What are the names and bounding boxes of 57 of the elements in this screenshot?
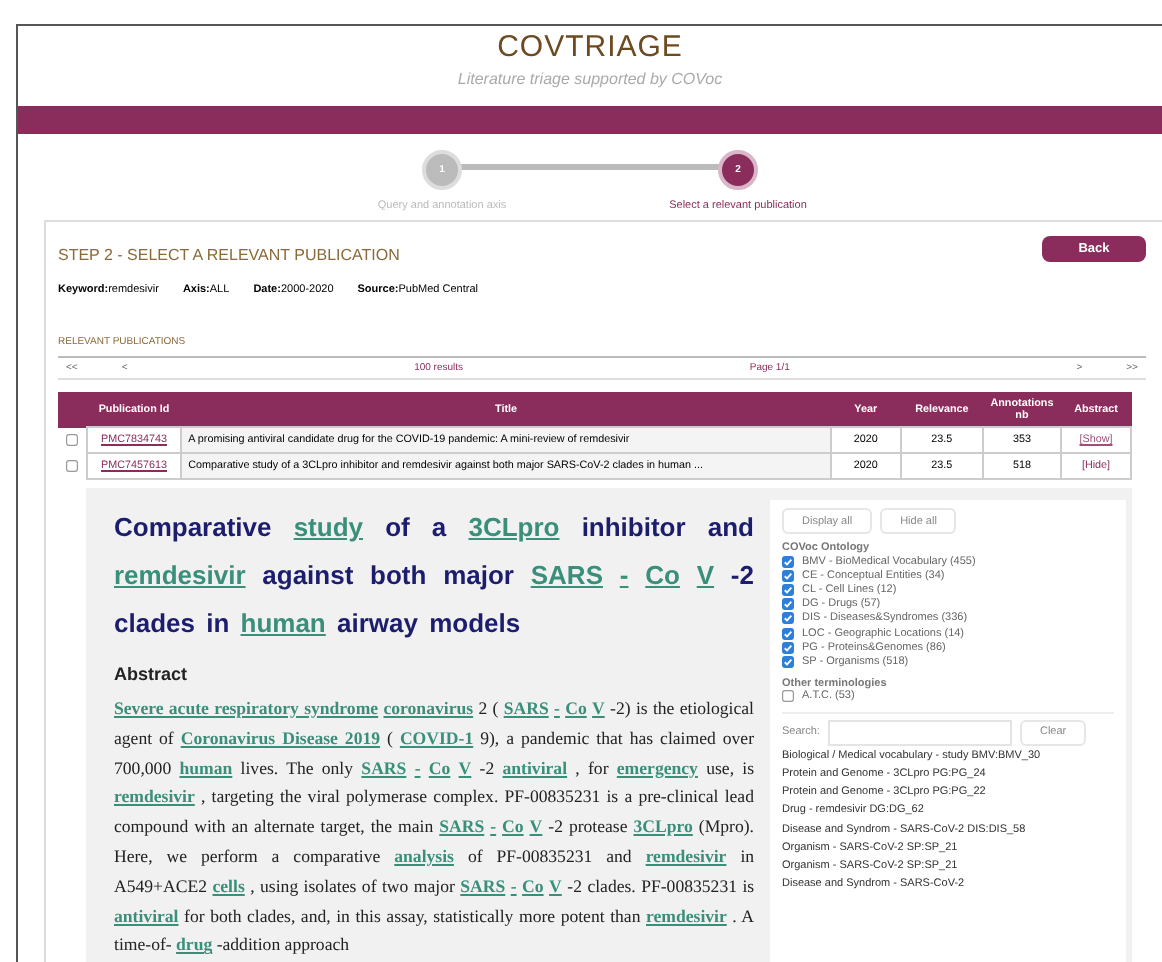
annotation-link[interactable]: - bbox=[619, 560, 629, 590]
annotation-link[interactable]: remdesivir bbox=[645, 845, 727, 866]
checkbox[interactable] bbox=[782, 690, 794, 703]
annotation-link[interactable]: Co bbox=[522, 875, 544, 896]
checkbox[interactable] bbox=[782, 598, 794, 611]
annotation-link[interactable]: Co bbox=[565, 698, 587, 718]
checkbox[interactable] bbox=[782, 583, 794, 596]
abstract-text: Severe acute respiratory syndrome coronavirus 2 ( SARS - Co V -2) is the etiological agent of Coronavirus Disease 2019 ( COVID-1 9), a pandemic that has claimed over 700,000 human lives. The only SARS - Co V -2 antiviral , for emergency use, is remdesivir , targeting the viral polymerase complex. PF-00835231 is a pre-clinical lead compound with an alternate target, the main SARS - Co V -2 protease 3CLpro (Mpro). Here, we perform a comparative analysis of PF-00835231 and remdesivir in A549+ACE2 cells , using isolates of two major SARS - Co V -2 clades. PF-00835231 is antiviral for both clades, and, in this assay, statistically more potent than remdesivir . A time-of- drug -addition approach bbox=[114, 696, 754, 959]
annotation-link[interactable]: - bbox=[510, 875, 517, 896]
annotation-link[interactable]: SARS bbox=[503, 698, 549, 718]
annotation-link[interactable]: SARS bbox=[361, 757, 407, 778]
annotation-link[interactable]: drug bbox=[176, 934, 213, 955]
annotation-link[interactable]: V bbox=[549, 875, 562, 896]
annotation-link[interactable]: remdesivir bbox=[646, 905, 727, 926]
annotation-link[interactable]: - bbox=[554, 698, 560, 718]
annotation-link[interactable]: 3CLpro bbox=[633, 816, 693, 837]
step-heading: STEP 2 - SELECT A RELEVANT PUBLICATION bbox=[58, 246, 400, 264]
annotation-link[interactable]: V bbox=[529, 816, 543, 837]
checkbox[interactable] bbox=[782, 555, 794, 568]
annotation-link[interactable]: antiviral bbox=[114, 905, 179, 926]
annotation-link[interactable]: human bbox=[179, 757, 233, 778]
annotation-link[interactable]: 3CLpro bbox=[468, 512, 560, 542]
checkbox[interactable] bbox=[782, 612, 794, 625]
annotation-link[interactable]: emergency bbox=[616, 757, 698, 778]
annotation-link[interactable]: coronavirus bbox=[383, 698, 474, 718]
annotation-link[interactable]: antiviral bbox=[502, 757, 568, 778]
annotation-link[interactable]: Co bbox=[428, 757, 451, 778]
checkbox[interactable] bbox=[782, 641, 794, 654]
checkbox[interactable] bbox=[65, 433, 78, 446]
checkbox[interactable] bbox=[782, 627, 794, 640]
annotation-link[interactable]: Co bbox=[645, 560, 680, 590]
checkbox[interactable] bbox=[782, 569, 794, 582]
annotation-link[interactable]: remdesivir bbox=[114, 786, 195, 807]
annotation-link[interactable]: Coronavirus Disease 2019 bbox=[180, 727, 381, 748]
annotation-link[interactable]: remdesivir bbox=[114, 560, 246, 590]
annotation-link[interactable]: human bbox=[240, 608, 326, 638]
annotation-link[interactable]: SARS bbox=[530, 560, 603, 590]
annotation-link[interactable]: V bbox=[458, 757, 472, 778]
annotation-link[interactable]: - bbox=[414, 757, 421, 778]
annotation-link[interactable]: cells bbox=[212, 875, 245, 896]
annotation-link[interactable]: Severe acute respiratory syndrome bbox=[114, 698, 379, 718]
app-subtitle: Literature triage supported by COVoc bbox=[455, 70, 725, 88]
article-title: Comparative study of a 3CLpro inhibitor and remdesivir against both major SARS - Co V -2 clades in human airway models bbox=[114, 510, 754, 642]
checkbox[interactable] bbox=[782, 655, 794, 668]
checkbox[interactable] bbox=[65, 459, 78, 472]
annotation-link[interactable]: SARS bbox=[439, 816, 485, 837]
annotation-link[interactable]: SARS bbox=[460, 875, 506, 896]
annotation-link[interactable]: COVID-1 bbox=[399, 727, 474, 748]
annotation-link[interactable]: study bbox=[293, 512, 363, 542]
annotation-link[interactable]: analysis bbox=[394, 845, 454, 866]
annotation-link[interactable]: V bbox=[592, 698, 605, 718]
annotation-link[interactable]: V bbox=[696, 560, 715, 590]
app-title: COVTRIAGE bbox=[495, 30, 685, 66]
annotation-link[interactable]: - bbox=[490, 816, 497, 837]
abstract-heading: Abstract bbox=[114, 664, 190, 684]
annotation-link[interactable]: Co bbox=[502, 816, 524, 837]
search-field[interactable] bbox=[827, 719, 1012, 746]
